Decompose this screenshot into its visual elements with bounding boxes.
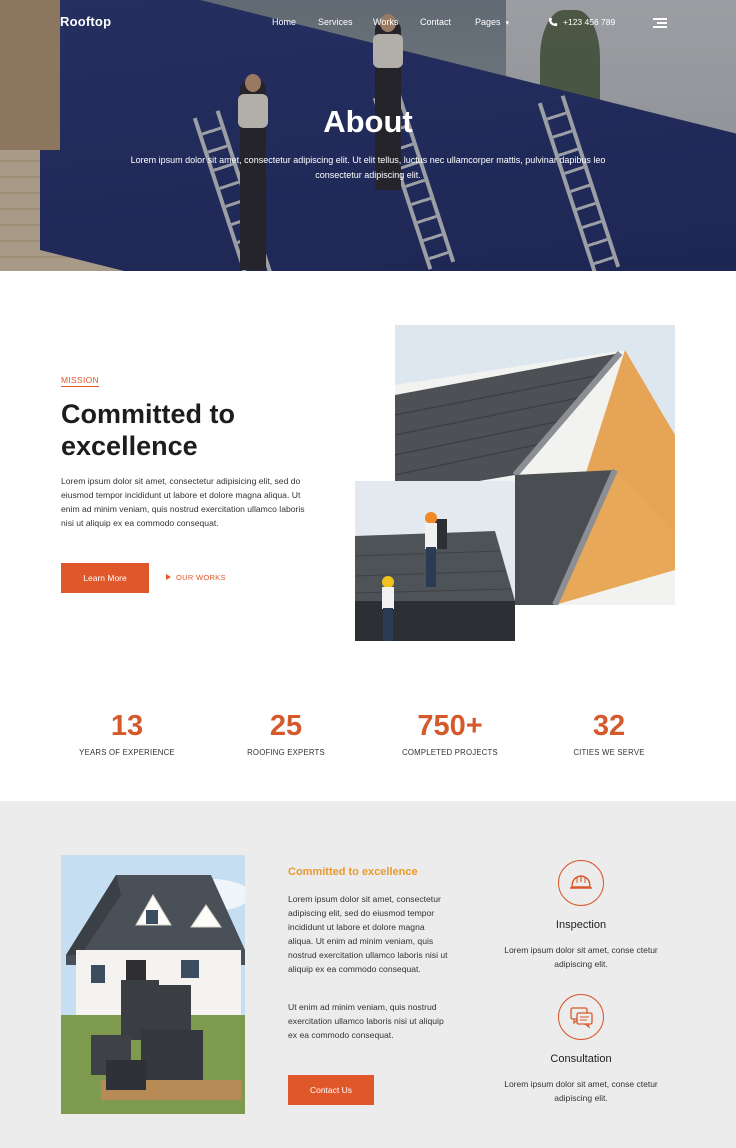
- mission-title: Committed to excellence: [61, 399, 235, 461]
- service-text-inspection: Lorem ipsum dolor sit amet, conse ctetur…: [504, 945, 658, 969]
- page-title: About: [323, 104, 413, 139]
- stat-cities: 32 CITIES WE SERVE: [534, 708, 684, 757]
- nav-item-home[interactable]: Home: [272, 17, 296, 27]
- stat-projects: 750+ COMPLETED PROJECTS: [375, 708, 525, 757]
- stat-label: COMPLETED PROJECTS: [402, 748, 498, 757]
- stat-label: ROOFING EXPERTS: [247, 748, 325, 757]
- service-text-consultation: Lorem ipsum dolor sit amet, conse ctetur…: [504, 1079, 658, 1103]
- play-icon: [166, 574, 171, 580]
- phone-contact[interactable]: +123 456 789: [548, 17, 615, 27]
- our-works-label: OUR WORKS: [176, 573, 226, 582]
- mission-kicker: MISSION: [61, 375, 99, 387]
- stat-years: 13 YEARS OF EXPERIENCE: [52, 708, 202, 757]
- about-paragraph-1: Lorem ipsum dolor sit amet, consectetur …: [288, 894, 448, 975]
- helmet-icon: [558, 860, 604, 906]
- workers-on-roof-photo: [355, 481, 515, 641]
- about-title: Committed to excellence: [288, 866, 418, 878]
- hero-subtitle: Lorem ipsum dolor sit amet, consectetur …: [130, 155, 606, 180]
- nav-item-contact[interactable]: Contact: [420, 17, 451, 27]
- stat-label: YEARS OF EXPERIENCE: [79, 748, 175, 757]
- stat-number: 25: [269, 710, 303, 742]
- stat-number: 750+: [417, 710, 483, 742]
- stat-experts: 25 ROOFING EXPERTS: [211, 708, 361, 757]
- service-title-consultation: Consultation: [550, 1053, 612, 1065]
- learn-more-button[interactable]: Learn More: [61, 563, 149, 593]
- nav-item-pages-label: Pages: [475, 17, 501, 27]
- top-navigation: Rooftop Home Services Works Contact Page…: [0, 0, 736, 46]
- phone-number: +123 456 789: [563, 17, 616, 27]
- hamburger-menu-icon[interactable]: [653, 18, 667, 28]
- house-construction-photo: [61, 855, 245, 1114]
- our-works-link[interactable]: OUR WORKS: [166, 573, 226, 582]
- nav-item-services[interactable]: Services: [318, 17, 353, 27]
- stat-number: 32: [592, 710, 626, 742]
- phone-icon: [548, 17, 558, 27]
- service-title-inspection: Inspection: [555, 919, 607, 931]
- site-logo[interactable]: Rooftop: [60, 14, 111, 29]
- nav-item-pages[interactable]: Pages ▾: [475, 17, 509, 27]
- nav-item-works[interactable]: Works: [373, 17, 398, 27]
- chevron-down-icon: ▾: [505, 20, 510, 27]
- about-paragraph-2: Ut enim ad minim veniam, quis nostrud ex…: [288, 1002, 444, 1041]
- hero-banner: Rooftop Home Services Works Contact Page…: [0, 0, 736, 271]
- stat-label: CITIES WE SERVE: [573, 748, 645, 757]
- mission-text: Lorem ipsum dolor sit amet, consectetur …: [61, 476, 305, 529]
- stat-number: 13: [110, 710, 144, 742]
- contact-us-button[interactable]: Contact Us: [288, 1075, 374, 1105]
- chat-icon: [558, 994, 604, 1040]
